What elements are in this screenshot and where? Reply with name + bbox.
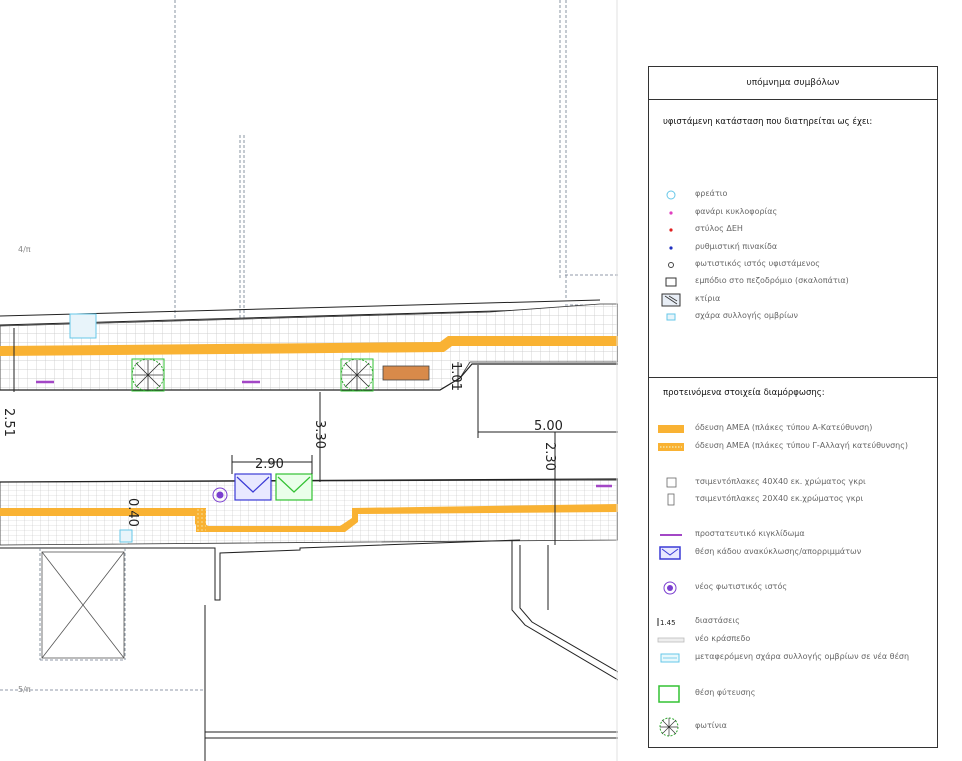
legend-panel: υπόμνημα συμβόλων υφιστάμενη κατάσταση π… xyxy=(648,66,938,748)
property-lines xyxy=(174,0,618,322)
dim-road-width: 5.00 xyxy=(534,419,563,434)
steps-obstacle-icon xyxy=(665,277,677,287)
block-label-top: 4/π xyxy=(18,245,31,254)
legend-label: όδευση ΑΜΕΑ (πλάκες τύπου Γ-Αλλαγή κατεύ… xyxy=(695,441,909,450)
legend-item-steps-obstacle: εμπόδιο στο πεζοδρόμιο (σκαλοπάτια) xyxy=(657,275,937,289)
legend-item-recycle-bin: θέση κάδου ανακύκλωσης/απορριμμάτων xyxy=(657,546,937,560)
legend-label: ρυθμιστική πινακίδα xyxy=(695,242,778,251)
legend-label: στύλος ΔΕΗ xyxy=(695,224,743,233)
legend-label: κτίρια xyxy=(695,294,721,303)
traffic-sign-icon xyxy=(669,246,673,250)
legend-item-dimension: 1.45 διαστάσεις xyxy=(657,615,937,629)
legend-item-photinia: φωτίνια xyxy=(657,717,937,737)
tile-40-icon xyxy=(666,477,677,488)
legend-item-relocated-grate: μεταφερόμενη σχάρα συλλογής ομβρίων σε ν… xyxy=(657,651,937,665)
legend-label: φωτίνια xyxy=(695,721,727,730)
legend-label: θέση κάδου ανακύκλωσης/απορριμμάτων xyxy=(695,547,862,556)
dimension-icon: 1.45 xyxy=(657,618,676,627)
hatched-area xyxy=(41,551,125,659)
tactile-direction-icon xyxy=(658,425,684,433)
legend-label: όδευση ΑΜΕΑ (πλάκες τύπου Α-Κατεύθυνση) xyxy=(695,423,873,432)
legend-label: σχάρα συλλογής ομβρίων xyxy=(695,311,799,320)
legend-label: τσιμεντόπλακες 20Χ40 εκ.χρώματος γκρι xyxy=(695,494,864,503)
block-label-bottom: 5/π xyxy=(18,685,31,694)
railing-icon xyxy=(660,534,682,536)
legend-label: φωτιστικός ιστός υφιστάμενος xyxy=(695,259,820,268)
lower-dashed-lines xyxy=(0,548,205,691)
site-plan: 2.51 3.30 2.90 1.01 5.00 2.30 0.40 4/π 5… xyxy=(0,0,618,761)
manhole-icon xyxy=(666,190,676,200)
legend-label: προστατευτικό κιγκλίδωμα xyxy=(695,529,805,538)
recycle-bin-icon xyxy=(659,546,681,560)
legend-item-traffic-sign: ρυθμιστική πινακίδα xyxy=(657,241,937,255)
drain-grate-icon xyxy=(666,313,676,321)
legend-title: υπόμνημα συμβόλων xyxy=(649,67,937,100)
legend-item-traffic-light: φανάρι κυκλοφορίας xyxy=(657,206,937,220)
recycle-bin xyxy=(234,473,272,501)
lower-tactile-change xyxy=(196,508,206,532)
legend-label: φανάρι κυκλοφορίας xyxy=(695,207,778,216)
legend-item-drain-grate: σχάρα συλλογής ομβρίων xyxy=(657,310,937,324)
new-lamp-icon xyxy=(663,581,677,595)
photinia-tree xyxy=(340,358,374,392)
dim-bin-span: 2.90 xyxy=(255,457,284,472)
planting-spot-icon xyxy=(658,685,680,703)
legend-label: νέο κράσπεδο xyxy=(695,634,751,643)
legend-item-tile-20: τσιμεντόπλακες 20Χ40 εκ.χρώματος γκρι xyxy=(657,493,937,507)
power-pole-icon xyxy=(669,228,673,232)
photinia-tree xyxy=(131,358,165,392)
traffic-light-icon xyxy=(669,211,673,215)
lower-property-lines xyxy=(0,539,618,761)
tactile-change-icon xyxy=(658,443,684,451)
legend-label: μεταφερόμενη σχάρα συλλογής ομβρίων σε ν… xyxy=(695,652,910,661)
building-icon xyxy=(661,293,681,307)
legend-item-planting-spot: θέση φύτευσης xyxy=(657,685,937,703)
dimension-sample: 1.45 xyxy=(660,619,676,627)
legend-section-existing: υφιστάμενη κατάσταση που διατηρείται ως … xyxy=(649,99,937,378)
photinia-icon xyxy=(659,717,679,737)
dim-road-gap: 3.30 xyxy=(312,420,327,449)
legend-label: διαστάσεις xyxy=(695,616,740,625)
legend-item-tactile-direction: όδευση ΑΜΕΑ (πλάκες τύπου Α-Κατεύθυνση) xyxy=(657,422,937,436)
legend-existing-heading: υφιστάμενη κατάσταση που διατηρείται ως … xyxy=(663,117,873,127)
new-curb-icon xyxy=(657,637,685,643)
dim-sidewalk-right: 2.30 xyxy=(542,442,557,471)
existing-lamp-icon xyxy=(668,262,674,268)
legend-label: φρεάτιο xyxy=(695,189,728,198)
tile-20-icon xyxy=(667,493,675,506)
legend-item-new-curb: νέο κράσπεδο xyxy=(657,633,937,647)
legend-item-railing: προστατευτικό κιγκλίδωμα xyxy=(657,528,937,542)
dim-sidewalk-left: 2.51 xyxy=(1,408,16,437)
legend-proposed-heading: προτεινόμενα στοιχεία διαμόρφωσης: xyxy=(663,388,825,398)
relocated-drain-grate xyxy=(119,529,133,543)
legend-item-new-lamp: νέος φωτιστικός ιστός xyxy=(657,581,937,595)
legend-label: τσιμεντόπλακες 40Χ40 εκ. χρώματος γκρι xyxy=(695,477,866,486)
legend-item-manhole: φρεάτιο xyxy=(657,188,937,202)
legend-item-tile-40: τσιμεντόπλακες 40Χ40 εκ. χρώματος γκρι xyxy=(657,476,937,490)
existing-manhole-cover xyxy=(69,313,97,339)
bench xyxy=(382,365,430,381)
legend-item-existing-lamp: φωτιστικός ιστός υφιστάμενος xyxy=(657,258,937,272)
legend-label: εμπόδιο στο πεζοδρόμιο (σκαλοπάτια) xyxy=(695,276,849,285)
waste-bin xyxy=(275,473,313,501)
legend-item-building: κτίρια xyxy=(657,293,937,307)
legend-section-proposed: προτεινόμενα στοιχεία διαμόρφωσης: όδευσ… xyxy=(649,378,937,748)
dim-curb-small: 1.01 xyxy=(448,362,463,391)
legend-label: νέος φωτιστικός ιστός xyxy=(695,582,788,591)
legend-label: θέση φύτευσης xyxy=(695,688,756,697)
legend-item-power-pole: στύλος ΔΕΗ xyxy=(657,223,937,237)
dim-sidewalk-small: 0.40 xyxy=(125,498,140,527)
relocated-grate-icon xyxy=(660,653,680,663)
legend-item-tactile-change: όδευση ΑΜΕΑ (πλάκες τύπου Γ-Αλλαγή κατεύ… xyxy=(657,440,937,454)
